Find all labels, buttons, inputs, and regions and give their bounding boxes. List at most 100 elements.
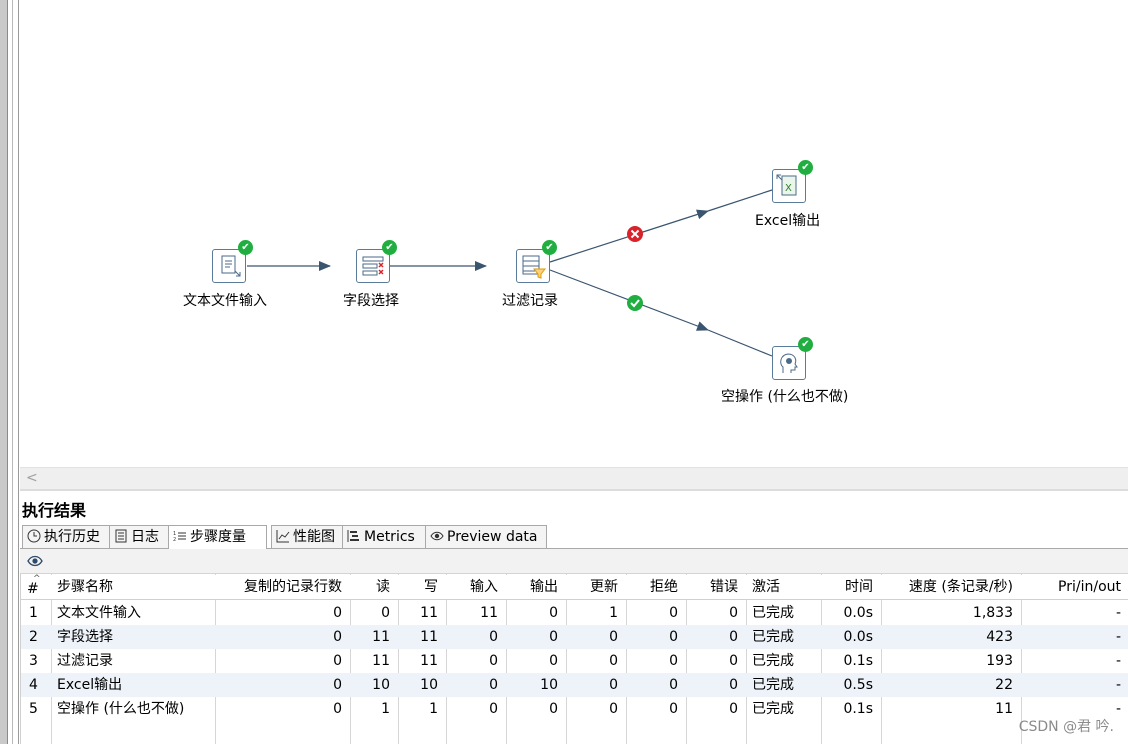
- cell-written: 10: [420, 677, 438, 693]
- cell-input: 0: [489, 701, 498, 717]
- svg-text:X: X: [785, 183, 792, 194]
- cell-index: 3: [29, 653, 38, 669]
- left-window-edge: [0, 0, 20, 744]
- cell-output: 0: [549, 605, 558, 621]
- transformation-canvas[interactable]: ✔ 文本文件输入 ✔ 字段选择 ✔ 过滤记录 X ✔ Excel输出 ✔ 空操作…: [20, 0, 1128, 467]
- col-header-read[interactable]: 读: [350, 575, 398, 599]
- col-header-input[interactable]: 输入: [446, 575, 506, 599]
- results-tabbar: 执行历史 日志 1 2 步骤度量 性能图 Metrics Preview data: [20, 524, 1128, 549]
- cell-output: 0: [549, 701, 558, 717]
- cell-read: 11: [372, 629, 390, 645]
- cell-errors: 0: [729, 677, 738, 693]
- cell-step-name: 过滤记录: [57, 653, 113, 669]
- cell-copies: 0: [333, 653, 342, 669]
- cell-step-name: 空操作 (什么也不做): [57, 701, 185, 717]
- cell-updated: 0: [609, 701, 618, 717]
- hop-layer: [247, 189, 773, 357]
- col-header-errors[interactable]: 错误: [686, 575, 746, 599]
- scroll-left-icon[interactable]: <: [26, 470, 38, 486]
- filter-rows-icon: [516, 249, 550, 283]
- cell-copies: 0: [333, 677, 342, 693]
- cell-index: 5: [29, 701, 38, 717]
- cell-pri-in-out: -: [1115, 653, 1121, 669]
- cell-time: 0.0s: [843, 605, 873, 621]
- step-label: 过滤记录: [502, 293, 558, 309]
- step-metrics-table: ^ # 步骤名称 复制的记录行数 读 写 输入 输出 更新 拒绝 错误 激活 时…: [20, 574, 1128, 744]
- tab-label: Metrics: [364, 529, 415, 545]
- execution-results-title: 执行结果: [22, 501, 87, 520]
- cell-speed: 1,833: [972, 605, 1013, 621]
- tab-step-metrics[interactable]: 1 2 步骤度量: [168, 525, 267, 549]
- panel-divider[interactable]: [20, 489, 1128, 491]
- cell-written: 11: [420, 629, 438, 645]
- step-metrics-icon: 12: [173, 531, 186, 543]
- cell-read: 1: [381, 701, 390, 717]
- table-row[interactable]: 3 过滤记录 0 11 11 0 0 0 0 0 已完成 0.1s 193 -: [21, 649, 1128, 673]
- cell-updated: 1: [609, 605, 618, 621]
- status-ok-icon: ✔: [382, 240, 397, 255]
- cell-time: 0.1s: [843, 653, 873, 669]
- col-header-step-name[interactable]: 步骤名称: [51, 575, 215, 599]
- tab-metrics[interactable]: Metrics: [342, 525, 426, 548]
- cell-speed: 193: [986, 653, 1013, 669]
- col-header-written[interactable]: 写: [398, 575, 446, 599]
- step-label: 字段选择: [343, 293, 399, 309]
- step-label: 空操作 (什么也不做): [721, 389, 849, 405]
- table-row[interactable]: 4 Excel输出 0 10 10 0 10 0 0 0 已完成 0.5s 22…: [21, 673, 1128, 697]
- cell-time: 0.0s: [843, 629, 873, 645]
- col-header-active[interactable]: 激活: [746, 575, 821, 599]
- cell-written: 11: [420, 653, 438, 669]
- tab-preview-data[interactable]: Preview data: [425, 525, 547, 548]
- col-header-output[interactable]: 输出: [506, 575, 566, 599]
- clock-icon: [27, 529, 41, 543]
- log-icon: [115, 529, 127, 543]
- cell-copies: 0: [333, 629, 342, 645]
- table-row[interactable]: 2 字段选择 0 11 11 0 0 0 0 0 已完成 0.0s 423 -: [21, 625, 1128, 649]
- cell-output: 0: [549, 653, 558, 669]
- step-label: 文本文件输入: [183, 293, 267, 309]
- cell-output: 0: [549, 629, 558, 645]
- true-hop-ok-icon: [627, 295, 643, 311]
- tab-label: 性能图: [293, 529, 335, 545]
- col-header-index[interactable]: #: [27, 577, 51, 601]
- svg-text:2: 2: [173, 537, 176, 543]
- status-ok-icon: ✔: [798, 160, 813, 175]
- tab-label: 步骤度量: [190, 529, 246, 545]
- chart-icon: [276, 530, 290, 543]
- status-ok-icon: ✔: [238, 240, 253, 255]
- cell-rejected: 0: [669, 629, 678, 645]
- col-header-speed[interactable]: 速度 (条记录/秒): [881, 575, 1021, 599]
- cell-updated: 0: [609, 677, 618, 693]
- tab-log[interactable]: 日志: [109, 525, 169, 548]
- table-row[interactable]: 1 文本文件输入 0 0 11 11 0 1 0 0 已完成 0.0s 1,83…: [21, 601, 1128, 625]
- cell-written: 1: [429, 701, 438, 717]
- table-row[interactable]: 5 空操作 (什么也不做) 0 1 1 0 0 0 0 0 已完成 0.1s 1…: [21, 697, 1128, 721]
- col-header-updated[interactable]: 更新: [566, 575, 626, 599]
- col-header-time[interactable]: 时间: [821, 575, 881, 599]
- status-ok-icon: ✔: [542, 240, 557, 255]
- cell-errors: 0: [729, 653, 738, 669]
- hop-dummy-tail: [707, 329, 773, 357]
- tab-execution-history[interactable]: 执行历史: [22, 525, 110, 548]
- status-ok-icon: ✔: [798, 337, 813, 352]
- cell-rejected: 0: [669, 605, 678, 621]
- text-file-input-icon: [212, 249, 246, 283]
- step-label: Excel输出: [755, 213, 821, 229]
- eye-icon[interactable]: [27, 554, 43, 568]
- canvas-horizontal-scrollbar[interactable]: <: [20, 467, 1128, 490]
- col-header-rejected[interactable]: 拒绝: [626, 575, 686, 599]
- cell-speed: 423: [986, 629, 1013, 645]
- col-header-pri-in-out[interactable]: Pri/in/out: [1021, 575, 1128, 599]
- cell-index: 2: [29, 629, 38, 645]
- hop-excel-tail: [707, 189, 773, 212]
- select-values-icon: [356, 249, 390, 283]
- cell-time: 0.5s: [843, 677, 873, 693]
- cell-written: 11: [420, 605, 438, 621]
- cell-read: 0: [381, 605, 390, 621]
- cell-rejected: 0: [669, 701, 678, 717]
- col-header-copies[interactable]: 复制的记录行数: [215, 575, 350, 599]
- cell-time: 0.1s: [843, 701, 873, 717]
- tab-performance-chart[interactable]: 性能图: [271, 525, 343, 548]
- cell-rejected: 0: [669, 653, 678, 669]
- cell-active: 已完成: [752, 677, 794, 693]
